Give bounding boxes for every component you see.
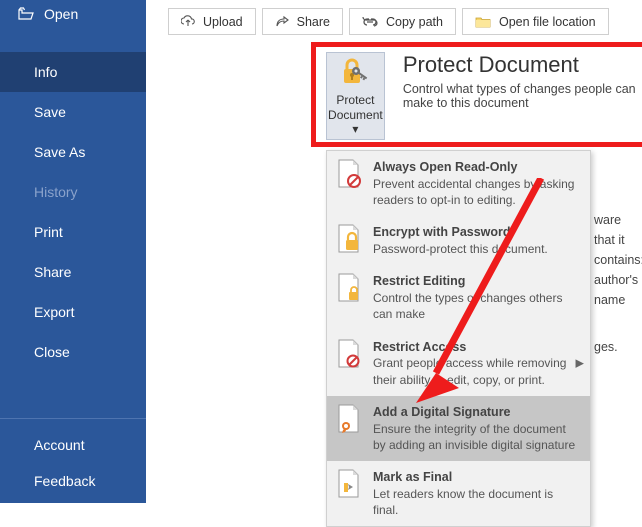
- encrypt-icon: [336, 224, 362, 254]
- share-button[interactable]: Share: [262, 8, 343, 35]
- sidebar-open[interactable]: Open: [0, 0, 146, 28]
- protect-subtitle: Control what types of changes people can…: [403, 82, 642, 110]
- folder-open-icon: [18, 7, 34, 21]
- background-text-2: ges.: [594, 340, 618, 354]
- readonly-icon: [336, 159, 362, 189]
- folder-icon: [475, 16, 491, 28]
- lock-key-icon: [338, 55, 372, 89]
- link-icon: [362, 17, 378, 27]
- nav-history: History: [0, 172, 146, 212]
- final-icon: [336, 469, 362, 499]
- menu-encrypt-password[interactable]: Encrypt with PasswordPassword-protect th…: [327, 216, 590, 265]
- submenu-caret-icon: ▶: [576, 357, 584, 370]
- nav-account[interactable]: Account: [0, 427, 146, 463]
- menu-restrict-editing[interactable]: Restrict EditingControl the types of cha…: [327, 265, 590, 330]
- background-text: ware that it contains: author's name: [594, 210, 642, 310]
- copy-path-button[interactable]: Copy path: [349, 8, 456, 35]
- protect-button-label: ProtectDocument ▾: [327, 93, 384, 136]
- nav-share[interactable]: Share: [0, 252, 146, 292]
- upload-button[interactable]: Upload: [168, 8, 256, 35]
- protect-hero-text: Protect Document Control what types of c…: [403, 52, 642, 110]
- sidebar-open-label: Open: [44, 6, 78, 22]
- nav-feedback[interactable]: Feedback: [0, 463, 146, 499]
- nav-close[interactable]: Close: [0, 332, 146, 372]
- nav-save[interactable]: Save: [0, 92, 146, 132]
- menu-add-digital-signature[interactable]: Add a Digital SignatureEnsure the integr…: [327, 396, 590, 461]
- main-panel: Upload Share Copy path Open file locatio…: [146, 0, 642, 503]
- upload-icon: [181, 15, 195, 29]
- info-toolbar: Upload Share Copy path Open file locatio…: [146, 0, 642, 35]
- sidebar-bottom: Account Feedback: [0, 418, 146, 503]
- protect-document-menu: Always Open Read-OnlyPrevent accidental …: [326, 150, 591, 527]
- menu-mark-as-final[interactable]: Mark as FinalLet readers know the docume…: [327, 461, 590, 526]
- sidebar-nav: Info Save Save As History Print Share Ex…: [0, 28, 146, 418]
- share-icon: [275, 15, 289, 29]
- open-file-location-button[interactable]: Open file location: [462, 8, 609, 35]
- protect-document-button[interactable]: ProtectDocument ▾: [326, 52, 385, 140]
- backstage-sidebar: Open Info Save Save As History Print Sha…: [0, 0, 146, 503]
- restrict-edit-icon: [336, 273, 362, 303]
- signature-icon: [336, 404, 362, 434]
- menu-restrict-access[interactable]: Restrict AccessGrant people access while…: [327, 331, 590, 396]
- menu-always-read-only[interactable]: Always Open Read-OnlyPrevent accidental …: [327, 151, 590, 216]
- nav-save-as[interactable]: Save As: [0, 132, 146, 172]
- restrict-access-icon: [336, 339, 362, 369]
- protect-hero: ProtectDocument ▾ Protect Document Contr…: [326, 52, 642, 140]
- nav-print[interactable]: Print: [0, 212, 146, 252]
- nav-export[interactable]: Export: [0, 292, 146, 332]
- protect-title: Protect Document: [403, 52, 642, 78]
- nav-info[interactable]: Info: [0, 52, 146, 92]
